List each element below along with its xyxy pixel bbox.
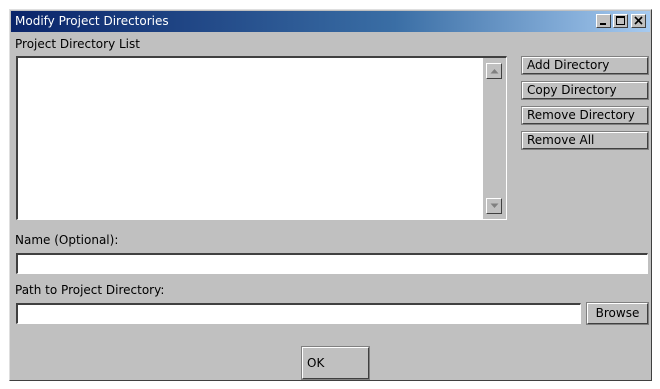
directory-list[interactable] — [16, 56, 507, 220]
minimize-icon — [600, 23, 606, 25]
scroll-up-button[interactable] — [486, 63, 502, 79]
close-button[interactable] — [631, 14, 646, 28]
path-field-label: Path to Project Directory: — [15, 283, 165, 297]
browse-button[interactable]: Browse — [586, 302, 649, 325]
name-field[interactable] — [16, 253, 648, 274]
title-bar[interactable]: Modify Project Directories — [11, 11, 650, 32]
add-directory-button[interactable]: Add Directory — [521, 56, 649, 75]
arrow-down-icon — [490, 203, 499, 208]
maximize-button[interactable] — [613, 14, 628, 28]
arrow-up-icon — [490, 69, 499, 74]
name-field-label: Name (Optional): — [15, 233, 119, 247]
remove-directory-button[interactable]: Remove Directory — [521, 106, 649, 125]
copy-directory-button[interactable]: Copy Directory — [521, 81, 649, 100]
dialog-window: Modify Project Directories Project Direc… — [9, 9, 652, 381]
scroll-down-button[interactable] — [486, 198, 502, 214]
remove-all-button[interactable]: Remove All — [521, 131, 649, 150]
list-scrollbar[interactable] — [483, 58, 506, 219]
path-field[interactable] — [16, 303, 581, 324]
window-title: Modify Project Directories — [15, 14, 169, 28]
minimize-button[interactable] — [596, 14, 611, 28]
maximize-icon — [616, 16, 625, 25]
directory-list-label: Project Directory List — [15, 37, 140, 51]
close-icon — [634, 16, 643, 25]
ok-button[interactable]: OK — [301, 346, 370, 380]
